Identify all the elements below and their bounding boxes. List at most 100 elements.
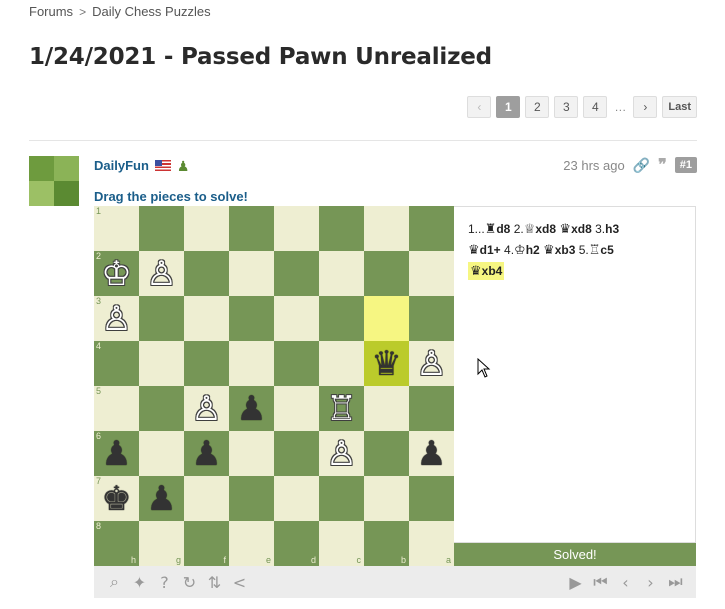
- link-icon[interactable]: 🔗: [633, 157, 650, 174]
- board-square[interactable]: [409, 251, 454, 296]
- flip-icon[interactable]: ⇅: [206, 573, 223, 592]
- page-2-button[interactable]: 2: [525, 96, 550, 118]
- white-rook-icon[interactable]: ♖: [326, 392, 356, 426]
- black-pawn-icon[interactable]: ♟: [416, 437, 446, 471]
- board-square[interactable]: [364, 206, 409, 251]
- board-square[interactable]: [184, 251, 229, 296]
- page-3-button[interactable]: 3: [554, 96, 579, 118]
- board-square[interactable]: [364, 296, 409, 341]
- zoom-icon[interactable]: ⌕: [106, 572, 123, 592]
- board-square[interactable]: [409, 386, 454, 431]
- board-square[interactable]: [274, 386, 319, 431]
- retry-icon[interactable]: ↻: [181, 573, 198, 592]
- help-icon[interactable]: ?: [156, 573, 173, 592]
- next-page-button[interactable]: ›: [633, 96, 658, 118]
- board-square[interactable]: ♙: [139, 251, 184, 296]
- board-square[interactable]: ♙: [319, 431, 364, 476]
- board-square[interactable]: [319, 251, 364, 296]
- board-square[interactable]: [139, 386, 184, 431]
- page-4-button[interactable]: 4: [583, 96, 608, 118]
- black-king-icon[interactable]: ♚: [101, 482, 131, 516]
- board-square[interactable]: ♙: [409, 341, 454, 386]
- board-square[interactable]: 6 ♟: [94, 431, 139, 476]
- board-square[interactable]: ♛: [364, 341, 409, 386]
- black-pawn-icon[interactable]: ♟: [101, 437, 131, 471]
- board-square[interactable]: [319, 296, 364, 341]
- quote-icon[interactable]: ❞: [658, 155, 667, 175]
- share-icon[interactable]: <: [231, 573, 248, 592]
- last-icon[interactable]: ⏭: [667, 572, 684, 592]
- board-square[interactable]: 1: [94, 206, 139, 251]
- username-link[interactable]: DailyFun: [94, 158, 149, 173]
- play-icon[interactable]: ▶: [567, 573, 584, 592]
- move[interactable]: h3: [605, 222, 619, 236]
- board-square[interactable]: f: [184, 521, 229, 566]
- board-square[interactable]: [319, 341, 364, 386]
- board-square[interactable]: [229, 431, 274, 476]
- board-square[interactable]: [139, 296, 184, 341]
- page-1-button[interactable]: 1: [496, 96, 521, 118]
- board-square[interactable]: [364, 431, 409, 476]
- first-icon[interactable]: ⏮: [592, 572, 609, 592]
- prev-page-button[interactable]: ‹: [467, 96, 492, 118]
- white-pawn-icon[interactable]: ♙: [146, 257, 176, 291]
- board-square[interactable]: e: [229, 521, 274, 566]
- board-square[interactable]: [229, 206, 274, 251]
- board-square[interactable]: [319, 206, 364, 251]
- white-king-icon[interactable]: ♔: [101, 257, 131, 291]
- avatar[interactable]: [29, 156, 79, 206]
- board-square[interactable]: 2 ♔: [94, 251, 139, 296]
- board-square[interactable]: [184, 296, 229, 341]
- next-icon[interactable]: ›: [642, 573, 659, 592]
- board-square[interactable]: 4: [94, 341, 139, 386]
- last-page-button[interactable]: Last: [662, 96, 697, 118]
- move[interactable]: ♛xd8: [559, 222, 591, 237]
- chess-board[interactable]: 1 2 ♔ ♙ 3 ♙ 4 ♛ ♙ 5 ♙ ♟ ♖ 6 ♟ ♟ ♙ ♟ 7 ♚ ♟ 8 h g f e d c b a: [94, 206, 454, 566]
- board-square[interactable]: [229, 251, 274, 296]
- hint-icon[interactable]: ✦: [131, 573, 148, 592]
- white-pawn-icon[interactable]: ♙: [416, 347, 446, 381]
- board-square[interactable]: [139, 431, 184, 476]
- board-square[interactable]: a: [409, 521, 454, 566]
- current-move[interactable]: ♛xb4: [468, 262, 505, 280]
- white-pawn-icon[interactable]: ♙: [326, 437, 356, 471]
- move[interactable]: ♛d1+: [468, 243, 501, 258]
- board-square[interactable]: [274, 296, 319, 341]
- board-square[interactable]: 3 ♙: [94, 296, 139, 341]
- move[interactable]: ♖c5: [589, 243, 614, 258]
- board-square[interactable]: ♟: [229, 386, 274, 431]
- board-square[interactable]: [409, 296, 454, 341]
- black-pawn-icon[interactable]: ♟: [236, 392, 266, 426]
- board-square[interactable]: [319, 476, 364, 521]
- move[interactable]: ♕xd8: [524, 222, 556, 237]
- board-square[interactable]: [274, 206, 319, 251]
- board-square[interactable]: ♙: [184, 386, 229, 431]
- board-square[interactable]: ♟: [139, 476, 184, 521]
- board-square[interactable]: [139, 206, 184, 251]
- board-square[interactable]: [364, 476, 409, 521]
- board-square[interactable]: [274, 476, 319, 521]
- board-square[interactable]: ♟: [409, 431, 454, 476]
- board-square[interactable]: [229, 296, 274, 341]
- post-number[interactable]: #1: [674, 157, 697, 173]
- breadcrumb-daily-chess-puzzles[interactable]: Daily Chess Puzzles: [92, 4, 211, 19]
- board-square[interactable]: [229, 341, 274, 386]
- board-square[interactable]: [364, 251, 409, 296]
- white-pawn-icon[interactable]: ♙: [191, 392, 221, 426]
- board-square[interactable]: [409, 476, 454, 521]
- board-square[interactable]: d: [274, 521, 319, 566]
- board-square[interactable]: [139, 341, 184, 386]
- board-square[interactable]: [274, 341, 319, 386]
- board-square[interactable]: ♟: [184, 431, 229, 476]
- prev-icon[interactable]: ‹: [617, 573, 634, 592]
- white-pawn-icon[interactable]: ♙: [101, 302, 131, 336]
- board-square[interactable]: ♖: [319, 386, 364, 431]
- board-square[interactable]: [274, 251, 319, 296]
- board-square[interactable]: g: [139, 521, 184, 566]
- move[interactable]: ♔h2: [514, 243, 540, 258]
- board-square[interactable]: c: [319, 521, 364, 566]
- board-square[interactable]: 5: [94, 386, 139, 431]
- board-square[interactable]: [184, 341, 229, 386]
- move[interactable]: ♛xb3: [543, 243, 575, 258]
- board-square[interactable]: [229, 476, 274, 521]
